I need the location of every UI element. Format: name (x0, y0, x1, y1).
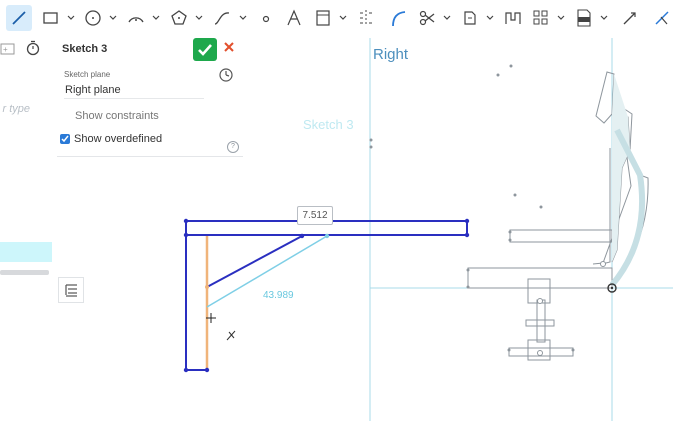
backrest-region (612, 74, 630, 262)
dxf-file-icon (577, 9, 591, 27)
preview-vertex (324, 233, 330, 239)
mirror-icon (360, 10, 372, 26)
feature-filter-input[interactable]: r type (0, 103, 30, 119)
show-constraints-label: Show constraints (75, 110, 159, 122)
chevron-down-icon[interactable] (238, 13, 248, 23)
constraint-vertex (205, 285, 209, 289)
sketch-name-label: Sketch 3 (303, 117, 354, 132)
active-sketch-lines[interactable] (185, 220, 468, 371)
dialog-title: Sketch 3 (62, 43, 108, 55)
fillet-tool-button[interactable] (387, 7, 409, 29)
sketch-toolbar (0, 0, 673, 38)
chevron-down-icon[interactable] (442, 13, 452, 23)
preview-dimension-label: 43.989 (263, 290, 294, 301)
text-tool-button[interactable] (283, 7, 305, 29)
offset-tool-button[interactable] (502, 7, 524, 29)
sketch-plane-underline (64, 98, 204, 99)
fillet-icon (392, 11, 406, 27)
stopwatch-icon[interactable] (25, 40, 41, 56)
checkbox-unchecked[interactable] (60, 110, 72, 123)
trim-tool-button[interactable] (416, 7, 438, 29)
chevron-down-icon[interactable] (66, 13, 76, 23)
chevron-down-icon[interactable] (194, 13, 204, 23)
cancel-button[interactable] (221, 40, 237, 58)
checkmark-icon (198, 43, 212, 56)
chevron-down-icon[interactable] (108, 13, 118, 23)
arc-tool-button[interactable] (125, 7, 147, 29)
polygon-icon (171, 10, 187, 25)
image-icon (316, 10, 330, 26)
close-icon (224, 42, 234, 52)
dimension-input[interactable]: 7.512 (297, 206, 333, 225)
help-icon[interactable]: ? (227, 141, 239, 153)
arc-icon (128, 17, 144, 23)
rectangle-icon (43, 12, 58, 24)
mirror-tool-button[interactable] (355, 7, 377, 29)
circle-tool-button[interactable] (82, 7, 104, 29)
construction-tool-button[interactable] (651, 7, 673, 29)
checkbox-checked[interactable] (60, 134, 70, 144)
dimension-tool-button[interactable] (619, 7, 641, 29)
construction-icon (655, 11, 669, 25)
sketch-plane-label: Sketch plane (64, 70, 111, 79)
show-constraints-checkbox[interactable]: Show constraints (60, 110, 159, 123)
vertex-marker (537, 298, 543, 304)
pattern-tool-button[interactable] (530, 7, 552, 29)
spline-icon (214, 12, 230, 25)
chevron-down-icon[interactable] (599, 13, 609, 23)
feature-list-scrollbar[interactable] (0, 270, 49, 275)
grid-pattern-icon (533, 10, 548, 25)
point-tool-button[interactable] (255, 7, 277, 29)
scissors-icon (419, 10, 435, 26)
sketch-dialog: Sketch 3 Sketch plane Right plane Show c… (57, 38, 243, 157)
spline-tool-button[interactable] (211, 7, 233, 29)
show-overdefined-label: Show overdefined (74, 133, 163, 145)
check-icon (61, 135, 69, 143)
circle-icon (85, 10, 101, 26)
rectangle-tool-button[interactable] (40, 7, 62, 29)
view-normal-icon[interactable] (218, 67, 234, 83)
dimension-icon (623, 12, 636, 25)
origin-point-center (610, 286, 614, 290)
point-icon (262, 15, 270, 23)
selected-feature-row[interactable] (0, 242, 52, 262)
offset-icon (505, 12, 521, 24)
list-icon (65, 284, 77, 297)
accept-button[interactable] (193, 38, 217, 61)
vertex-marker (600, 261, 606, 267)
image-tool-button[interactable] (312, 7, 334, 29)
use-icon (464, 11, 476, 25)
chevron-down-icon[interactable] (151, 13, 161, 23)
line-icon (12, 11, 26, 25)
chevron-down-icon[interactable] (485, 13, 495, 23)
vertex-marker (537, 350, 543, 356)
add-feature-icon[interactable]: + (0, 42, 16, 56)
sketch-plane-field[interactable]: Right plane (65, 84, 121, 96)
svg-text:+: + (3, 45, 8, 54)
text-icon (287, 9, 301, 26)
feature-list-panel: + r type (0, 38, 57, 421)
view-orientation-label: Right (373, 46, 409, 63)
line-tool-button[interactable] (6, 5, 32, 31)
chevron-down-icon[interactable] (338, 13, 348, 23)
line-cursor-icon (226, 330, 236, 341)
sketch-vertices (369, 64, 575, 352)
chevron-down-icon[interactable] (556, 13, 566, 23)
sketch-list-button[interactable] (58, 277, 84, 303)
dxf-tool-button[interactable] (573, 7, 595, 29)
polygon-tool-button[interactable] (168, 7, 190, 29)
use-tool-button[interactable] (459, 7, 481, 29)
show-overdefined-checkbox[interactable]: Show overdefined (60, 133, 162, 145)
